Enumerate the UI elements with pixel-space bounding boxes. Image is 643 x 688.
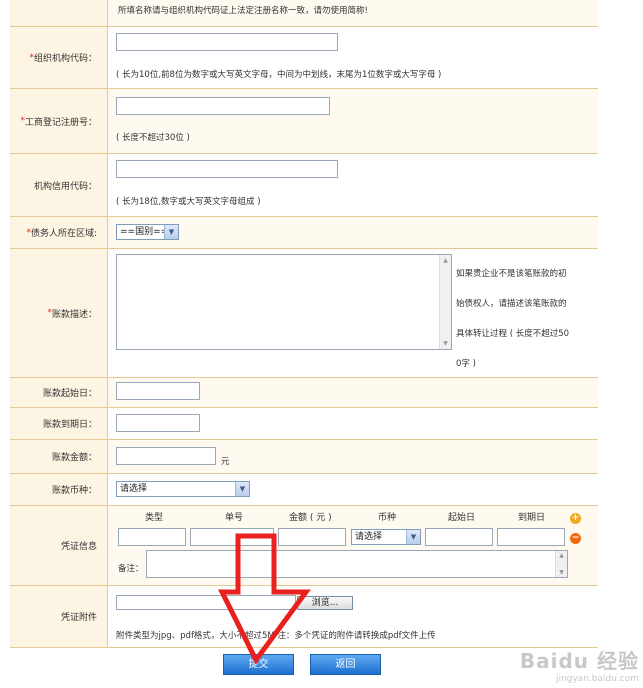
debt-desc-label: * 账款描述： xyxy=(10,249,108,377)
scrollbar[interactable]: ▲ ▼ xyxy=(555,551,567,577)
debtor-region-row: * 债务人所在区域: ==国别== ▼ xyxy=(10,217,598,249)
business-reg-hint: ( 长度不超过30位 ) xyxy=(116,133,190,143)
org-code-hint: ( 长为10位,前8位为数字或大写英文字母，中间为中划线，末尾为1位数字或大写字… xyxy=(116,70,442,80)
credit-code-row: 机构信用代码： ( 长为18位,数字或大写英文字母组成 ) xyxy=(10,154,598,217)
remark-label: 备注： xyxy=(118,564,144,574)
amount-row: 账款金额： 元 xyxy=(10,440,598,474)
voucher-start-input[interactable] xyxy=(425,528,493,546)
currency-label: 账款币种： xyxy=(10,474,108,505)
currency-select[interactable]: 请选择 ▼ xyxy=(116,481,250,497)
scroll-up-icon[interactable]: ▲ xyxy=(440,255,451,266)
attachment-label: 凭证附件 xyxy=(10,586,108,647)
credit-code-label: 机构信用代码： xyxy=(10,154,108,216)
voucher-col-end: 到期日 xyxy=(518,513,546,523)
chevron-down-icon: ▼ xyxy=(164,225,178,239)
remove-voucher-icon[interactable]: − xyxy=(570,533,581,544)
red-arrow-annotation xyxy=(218,533,311,664)
credit-code-input[interactable] xyxy=(116,160,338,178)
debt-desc-row: * 账款描述： ▲ ▼ 如果贵企业不是该笔账款的初 始债权人，请描述该笔账款的 具… xyxy=(10,249,598,378)
business-reg-label: * 工商登记注册号： xyxy=(10,89,108,153)
debtor-region-label: * 债务人所在区域: xyxy=(10,217,108,248)
end-date-input[interactable] xyxy=(116,414,200,432)
remark-textarea[interactable]: ▲ ▼ xyxy=(146,550,568,578)
voucher-label: 凭证信息 xyxy=(10,506,108,585)
currency-row: 账款币种： 请选择 ▼ xyxy=(10,474,598,506)
scroll-up-icon[interactable]: ▲ xyxy=(556,551,567,560)
start-date-row: 账款起始日： xyxy=(10,378,598,408)
back-button[interactable]: 返回 xyxy=(310,654,381,675)
end-date-row: 账款到期日： xyxy=(10,408,598,440)
scroll-down-icon[interactable]: ▼ xyxy=(556,568,567,577)
voucher-col-start: 起始日 xyxy=(448,513,476,523)
business-reg-row: * 工商登记注册号： ( 长度不超过30位 ) xyxy=(10,89,598,154)
start-date-input[interactable] xyxy=(116,382,200,400)
org-code-row: * 组织机构代码： ( 长为10位,前8位为数字或大写英文字母，中间为中划线，末尾… xyxy=(10,27,598,89)
amount-input[interactable] xyxy=(116,447,216,465)
voucher-type-input[interactable] xyxy=(118,528,186,546)
amount-label: 账款金额： xyxy=(10,440,108,473)
voucher-currency-select[interactable]: 请选择 ▼ xyxy=(351,529,421,545)
voucher-col-type: 类型 xyxy=(145,513,164,523)
row-label-area xyxy=(10,0,108,26)
org-code-input[interactable] xyxy=(116,33,338,51)
voucher-col-currency: 币种 xyxy=(378,513,397,523)
org-name-note: 所填名称请与组织机构代码证上法定注册名称一致，请勿使用简称! xyxy=(118,6,368,16)
voucher-end-input[interactable] xyxy=(497,528,565,546)
credit-code-hint: ( 长为18位,数字或大写英文字母组成 ) xyxy=(116,197,261,207)
chevron-down-icon: ▼ xyxy=(235,482,249,496)
amount-unit: 元 xyxy=(221,457,230,467)
business-reg-input[interactable] xyxy=(116,97,330,115)
end-date-label: 账款到期日： xyxy=(10,408,108,439)
debt-desc-textarea[interactable]: ▲ ▼ xyxy=(116,254,452,350)
scroll-down-icon[interactable]: ▼ xyxy=(440,338,451,349)
add-voucher-icon[interactable]: + xyxy=(570,513,581,524)
scrollbar[interactable]: ▲ ▼ xyxy=(439,255,451,349)
voucher-col-amount: 金额 ( 元 ) xyxy=(289,513,332,523)
debt-desc-side-note: 如果贵企业不是该笔账款的初 始债权人，请描述该笔账款的 具体转让过程 ( 长度不… xyxy=(456,269,570,369)
start-date-label: 账款起始日： xyxy=(10,378,108,407)
org-code-label: * 组织机构代码： xyxy=(10,27,108,88)
baidu-watermark: Baidu 经验 jingyan.baidu.com xyxy=(519,649,639,684)
chevron-down-icon: ▼ xyxy=(406,530,420,544)
debtor-region-select[interactable]: ==国别== ▼ xyxy=(116,224,179,240)
voucher-col-number: 单号 xyxy=(225,513,244,523)
